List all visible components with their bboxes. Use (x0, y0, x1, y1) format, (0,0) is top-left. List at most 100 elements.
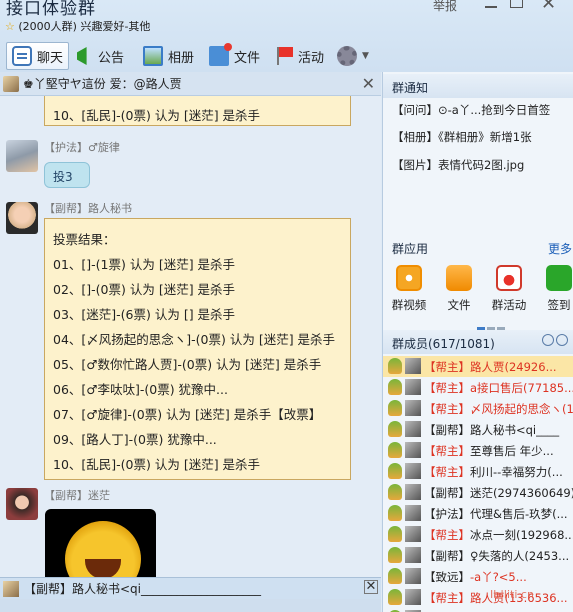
maximize-icon[interactable] (510, 0, 523, 8)
app-file[interactable]: 文件 (439, 265, 479, 313)
member-role: 【帮主】 (424, 465, 470, 479)
member-text: 【帮主】至尊售后 年少... (424, 443, 554, 459)
chevron-down-icon: ▼ (362, 51, 369, 61)
tab-file[interactable]: 文件 (204, 42, 265, 70)
member-row[interactable]: 【副帮】路人秘书<qi____ (383, 419, 573, 440)
notice-item[interactable]: 【图片】表情代码2图.jpg (392, 157, 524, 173)
app-label: 群视频 (391, 298, 427, 312)
member-level-icon (388, 421, 402, 437)
vote-line: 投票结果： (53, 232, 116, 247)
app-label: 文件 (447, 298, 471, 312)
group-subtitle: ☆ (2000人群) 兴趣爱好-其他 (5, 18, 150, 34)
search-icon[interactable] (556, 334, 568, 346)
chat-bubble-icon[interactable] (542, 334, 554, 346)
file-icon (209, 43, 232, 66)
report-link[interactable]: 举报 (433, 0, 457, 14)
app-group-activity[interactable]: 群活动 (489, 265, 529, 313)
activity-flag-icon (277, 47, 293, 65)
member-row[interactable]: 【帮主】利川--幸福努力(... (383, 461, 573, 482)
quote-reply-bar[interactable]: 【副帮】路人秘书<qi____________________ ✕ (0, 577, 381, 599)
chat-area[interactable]: 10、[乱民]-(0票) 认为 [迷茫] 是杀手 ♚丫堅守ヤ這份 爱：@路人贾 … (0, 72, 381, 612)
pinned-message-bar[interactable]: ♚丫堅守ヤ這份 爱：@路人贾 ✕ (0, 72, 381, 96)
member-level-icon (388, 379, 402, 395)
vote-line: 10、[乱民]-(0票) 认为 [迷茫] 是杀手 (53, 108, 261, 123)
member-role: 【副帮】 (424, 486, 470, 500)
group-header: 接口体验群 举报 ✕ ☆ (2000人群) 兴趣爱好-其他 聊天 公告 相册 文… (0, 0, 573, 72)
notice-section-title: 群通知 (383, 74, 573, 98)
member-tools[interactable] (540, 334, 570, 348)
tab-activity-label: 活动 (298, 50, 325, 66)
member-role: 【帮主】 (424, 528, 470, 542)
member-text: 【护法】代理&售后-玖梦(... (424, 506, 568, 522)
tab-album[interactable]: 相册 (138, 42, 199, 70)
settings-menu-button[interactable]: ▼ (332, 42, 374, 70)
member-row[interactable]: 【副帮】♀失落的人(2453... (383, 545, 573, 566)
minimize-icon[interactable] (485, 0, 497, 8)
member-level-icon (388, 568, 402, 584)
member-level-icon (388, 505, 402, 521)
more-apps-link[interactable]: 更多 (548, 240, 572, 257)
member-row[interactable]: 【帮主】〆风扬起的思念ヽ(110401... (383, 398, 573, 419)
notice-item[interactable]: 【相册】《群相册》新增1张 (392, 129, 532, 145)
member-row[interactable]: 【帮主】路人贾(24926... (383, 356, 573, 377)
message-bubble: 投3 (44, 162, 90, 188)
member-text: 【帮主】a接口售后(77185... (424, 380, 573, 396)
watermark-logo: Ib|liti.cn (490, 588, 534, 601)
avatar (3, 580, 19, 597)
member-level-icon (388, 484, 402, 500)
app-group-video[interactable]: 群视频 (389, 265, 429, 313)
member-role: 【护法】 (424, 507, 470, 521)
member-row[interactable]: 【副帮】迷茫(2974360649) (383, 482, 573, 503)
tab-chat[interactable]: 聊天 (6, 42, 70, 70)
tab-notice-label: 公告 (98, 50, 125, 66)
member-name: 利川--幸福努力(... (470, 465, 563, 479)
close-icon[interactable]: ✕ (541, 0, 556, 14)
vote-line: 06、[♂李呔呔]-(0票) 犹豫中... (53, 382, 228, 397)
gear-icon (337, 46, 357, 66)
tab-notice[interactable]: 公告 (72, 42, 129, 70)
member-row[interactable]: 【帮主】a接口售后(77185... (383, 377, 573, 398)
tab-file-label: 文件 (234, 50, 261, 66)
member-role: 【帮主】 (424, 402, 470, 416)
app-checkin[interactable]: 签到 (539, 265, 573, 313)
member-row[interactable]: 【帮主】至尊售后 年少... (383, 440, 573, 461)
member-name: 代理&售后-玖梦(... (470, 507, 568, 521)
app-label: 群活动 (491, 298, 527, 312)
tab-album-label: 相册 (168, 50, 195, 66)
apps-section-title: 群应用 更多 (383, 235, 573, 259)
activity-icon (496, 265, 522, 291)
member-name: 冰点一刻(192968... (470, 528, 573, 542)
right-panel: 群通知 【问问】⊙-a丫...抢到今日首签 【相册】《群相册》新增1张 【图片】… (382, 72, 573, 612)
notice-item[interactable]: 【问问】⊙-a丫...抢到今日首签 (392, 102, 550, 118)
member-row[interactable]: 【帮主】王者★无双... (383, 608, 573, 612)
member-row[interactable]: 【致远】-a丫?<5... (383, 566, 573, 587)
member-role: 【帮主】 (424, 360, 470, 374)
member-level-icon (388, 400, 402, 416)
app-label: 签到 (547, 298, 571, 312)
notice-icon (77, 47, 87, 65)
member-level-icon (388, 442, 402, 458)
avatar[interactable] (6, 140, 38, 172)
tab-chat-label: 聊天 (37, 50, 64, 66)
star-icon: ☆ (5, 20, 15, 33)
chat-icon (12, 46, 32, 66)
sender-name: 【护法】♂旋律 (44, 141, 120, 154)
quote-text: 【副帮】路人秘书<qi____________________ (24, 582, 262, 596)
member-text: 【帮主】〆风扬起的思念ヽ(110401... (424, 401, 573, 417)
message-text: 投3 (53, 170, 73, 184)
avatar[interactable] (6, 488, 38, 520)
video-icon (396, 265, 422, 291)
member-row[interactable]: 【护法】代理&售后-玖梦(... (383, 503, 573, 524)
avatar (405, 442, 421, 458)
close-icon[interactable]: ✕ (362, 74, 375, 93)
member-row[interactable]: 【帮主】冰点一刻(192968... (383, 524, 573, 545)
vote-line: 02、[]-(0票) 认为 [迷茫] 是杀手 (53, 282, 236, 297)
member-level-icon (388, 526, 402, 542)
member-row[interactable]: 【帮主】路人贾(13.6536... (383, 587, 573, 608)
group-name[interactable]: 接口体验群 (6, 0, 96, 19)
tab-activity[interactable]: 活动 (272, 42, 329, 70)
member-text: 【帮主】路人贾(24926... (424, 359, 557, 375)
avatar[interactable] (6, 202, 38, 234)
input-toolbar (0, 599, 381, 612)
close-icon[interactable]: ✕ (364, 580, 378, 594)
